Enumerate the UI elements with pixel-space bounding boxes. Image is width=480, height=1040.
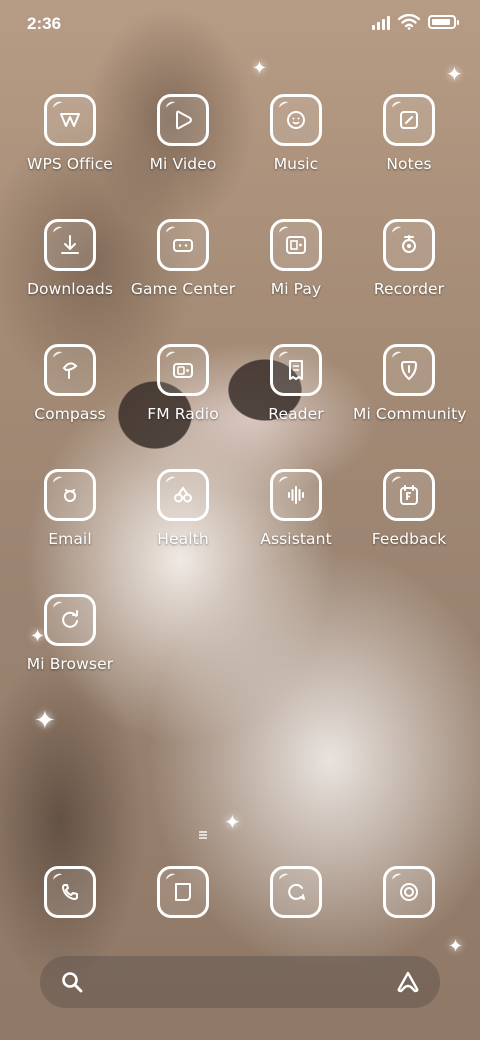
dock-phone-icon[interactable] (44, 866, 96, 918)
app-label: WPS Office (27, 155, 113, 173)
compass-icon (44, 344, 96, 396)
notes-icon (383, 94, 435, 146)
email-icon (44, 469, 96, 521)
app-label: Downloads (26, 280, 114, 298)
app-mi-browser[interactable]: Mi Browser (14, 594, 126, 714)
app-label: Mi Browser (26, 655, 114, 673)
feedback-icon (383, 469, 435, 521)
app-label: Recorder (373, 280, 445, 298)
signal-icon (372, 14, 390, 30)
app-wps-office[interactable]: WPS Office (14, 94, 126, 214)
recorder-icon (383, 219, 435, 271)
app-assistant[interactable]: Assistant (240, 469, 352, 589)
app-mi-community[interactable]: Mi Community (353, 344, 467, 464)
mi-pay-icon (270, 219, 322, 271)
assistant-icon (270, 469, 322, 521)
search-bar[interactable] (40, 956, 440, 1008)
mi-community-icon (383, 344, 435, 396)
app-feedback[interactable]: Feedback (353, 469, 465, 589)
app-recorder[interactable]: Recorder (353, 219, 465, 339)
app-label: Mi Community (353, 405, 467, 423)
app-music[interactable]: Music (240, 94, 352, 214)
downloads-icon (44, 219, 96, 271)
battery-icon (428, 15, 459, 29)
app-fm-radio[interactable]: FM Radio (127, 344, 239, 464)
app-health[interactable]: Health (127, 469, 239, 589)
game-center-icon (157, 219, 209, 271)
app-label: Notes (386, 155, 432, 173)
app-mi-pay[interactable]: Mi Pay (240, 219, 352, 339)
app-label: Game Center (130, 280, 236, 298)
app-game-center[interactable]: Game Center (127, 219, 239, 339)
app-compass[interactable]: Compass (14, 344, 126, 464)
app-label: Compass (34, 405, 106, 423)
sparkle-icon: ✦ (224, 810, 241, 834)
wps-office-icon (44, 94, 96, 146)
app-notes[interactable]: Notes (353, 94, 465, 214)
wifi-icon (398, 14, 420, 30)
app-label: Assistant (260, 530, 332, 548)
app-label: Mi Video (149, 155, 217, 173)
app-reader[interactable]: Reader (240, 344, 352, 464)
app-downloads[interactable]: Downloads (14, 219, 126, 339)
sparkle-icon: ✦ (448, 936, 464, 957)
health-icon (157, 469, 209, 521)
mi-browser-icon (44, 594, 96, 646)
status-bar: 2:36 (0, 0, 480, 48)
app-label: Health (157, 530, 209, 548)
ai-assistant-icon[interactable] (394, 968, 422, 996)
app-mi-video[interactable]: Mi Video (127, 94, 239, 214)
app-label: Reader (268, 405, 324, 423)
fm-radio-icon (157, 344, 209, 396)
app-label: Music (273, 155, 319, 173)
dock-chat-icon[interactable] (270, 866, 322, 918)
app-label: Mi Pay (270, 280, 322, 298)
sparkle-icon: ✦ (252, 58, 268, 79)
app-label: FM Radio (147, 405, 219, 423)
app-label: Feedback (371, 530, 447, 548)
search-icon[interactable] (60, 970, 84, 994)
status-time: 2:36 (27, 14, 62, 33)
music-icon (270, 94, 322, 146)
dock-messages-icon[interactable] (157, 866, 209, 918)
page-indicator[interactable] (199, 830, 209, 840)
status-icons (372, 14, 459, 30)
reader-icon (270, 344, 322, 396)
app-email[interactable]: Email (14, 469, 126, 589)
mi-video-icon (157, 94, 209, 146)
sparkle-icon: ✦ (446, 62, 463, 86)
app-label: Email (48, 530, 92, 548)
dock-camera-icon[interactable] (383, 866, 435, 918)
